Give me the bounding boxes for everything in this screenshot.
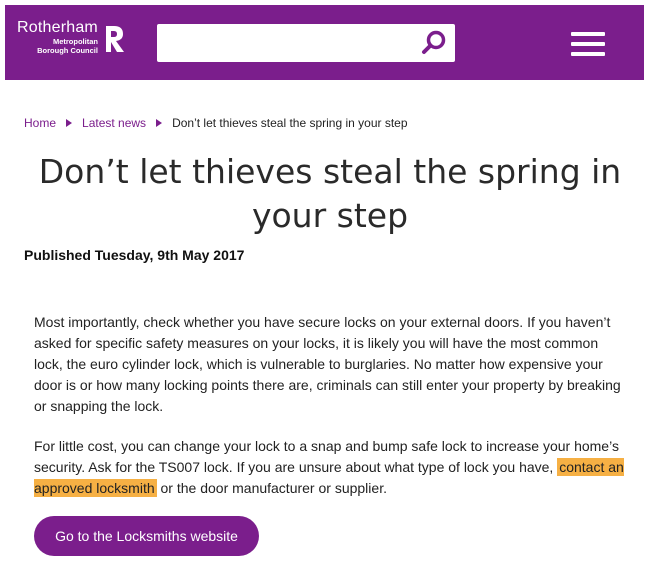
breadcrumb-home-link[interactable]: Home (24, 116, 56, 130)
logo-text: Rotherham Metropolitan Borough Council (17, 19, 98, 55)
breadcrumb: Home Latest news Don’t let thieves steal… (24, 116, 408, 130)
search-input[interactable] (157, 24, 455, 62)
hamburger-menu-icon (571, 32, 605, 36)
article-paragraph-1: Most importantly, check whether you have… (34, 314, 621, 414)
paragraph-2-text-end: or the door manufacturer or supplier. (160, 480, 387, 496)
search-button[interactable] (417, 27, 451, 59)
breadcrumb-latest-news-link[interactable]: Latest news (82, 116, 146, 130)
locksmiths-website-button[interactable]: Go to the Locksmiths website (34, 516, 259, 556)
search-icon (422, 30, 446, 54)
hamburger-menu-icon-bar (571, 42, 605, 46)
rotherham-r-mark-icon (105, 26, 124, 52)
published-date: Published Tuesday, 9th May 2017 (24, 247, 245, 263)
triangle-right-icon (66, 119, 73, 127)
hamburger-menu-icon-bar (571, 52, 605, 56)
article-paragraph-2: For little cost, you can change your loc… (34, 436, 629, 499)
menu-button[interactable] (565, 27, 611, 61)
page-title: Don’t let thieves steal the spring in yo… (38, 152, 622, 235)
paragraph-2-text-start: For little cost, you can change your loc… (34, 438, 619, 475)
logo-subtitle-1: Metropolitan (52, 37, 98, 46)
logo-name: Rotherham (17, 19, 98, 36)
logo-subtitle-2: Borough Council (37, 46, 98, 55)
triangle-right-icon (156, 119, 163, 127)
council-logo[interactable]: Rotherham Metropolitan Borough Council (17, 19, 126, 55)
site-header: Rotherham Metropolitan Borough Council (5, 5, 644, 80)
breadcrumb-current: Don’t let thieves steal the spring in yo… (172, 116, 408, 130)
